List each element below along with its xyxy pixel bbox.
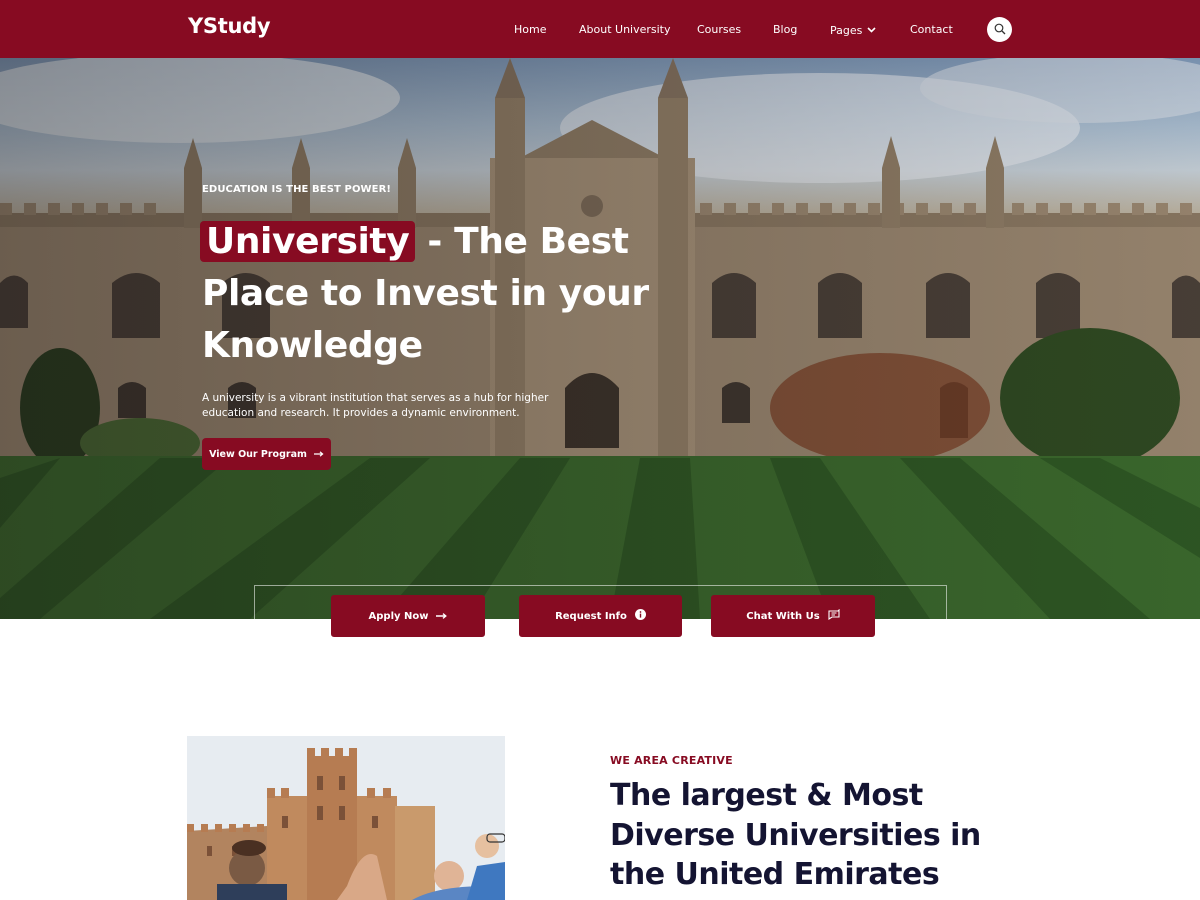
view-program-button[interactable]: View Our Program [202, 438, 331, 470]
chevron-down-icon [867, 22, 876, 38]
arrow-right-icon [436, 611, 448, 622]
apply-now-label: Apply Now [368, 610, 429, 622]
request-info-label: Request Info [555, 610, 627, 622]
headline-highlight: University [200, 221, 416, 262]
nav-item-pages[interactable]: Pages [830, 22, 876, 39]
hero-headline: University - The Best Place to Invest in… [200, 216, 672, 372]
chat-with-us-label: Chat With Us [746, 610, 820, 622]
about-eyebrow: WE AREA CREATIVE [610, 754, 733, 767]
arrow-right-icon [313, 449, 324, 460]
nav-item-pages-label: Pages [830, 24, 863, 37]
main-nav: Home About University Courses Blog Pages… [0, 22, 1200, 38]
hero-description: A university is a vibrant institution th… [202, 392, 549, 419]
about-image [187, 736, 505, 900]
nav-item-home[interactable]: Home [514, 22, 546, 38]
view-program-label: View Our Program [209, 448, 307, 460]
nav-item-courses[interactable]: Courses [697, 22, 741, 38]
chat-with-us-button[interactable]: Chat With Us [711, 595, 875, 637]
chat-icon [828, 608, 840, 623]
info-icon [634, 609, 646, 623]
hero-kicker: EDUCATION IS THE BEST POWER! [202, 184, 392, 195]
apply-now-button[interactable]: Apply Now [331, 595, 485, 637]
search-icon [994, 20, 1006, 39]
nav-item-contact[interactable]: Contact [910, 22, 953, 38]
request-info-button[interactable]: Request Info [519, 595, 682, 637]
nav-item-blog[interactable]: Blog [773, 22, 797, 38]
hero-section: EDUCATION IS THE BEST POWER! University … [0, 58, 1200, 619]
about-title: The largest & Most Diverse Universities … [610, 778, 981, 892]
top-navbar: YStudy Home About University Courses Blo… [0, 0, 1200, 58]
nav-item-about-university[interactable]: About University [579, 22, 671, 38]
search-button[interactable] [987, 17, 1012, 42]
